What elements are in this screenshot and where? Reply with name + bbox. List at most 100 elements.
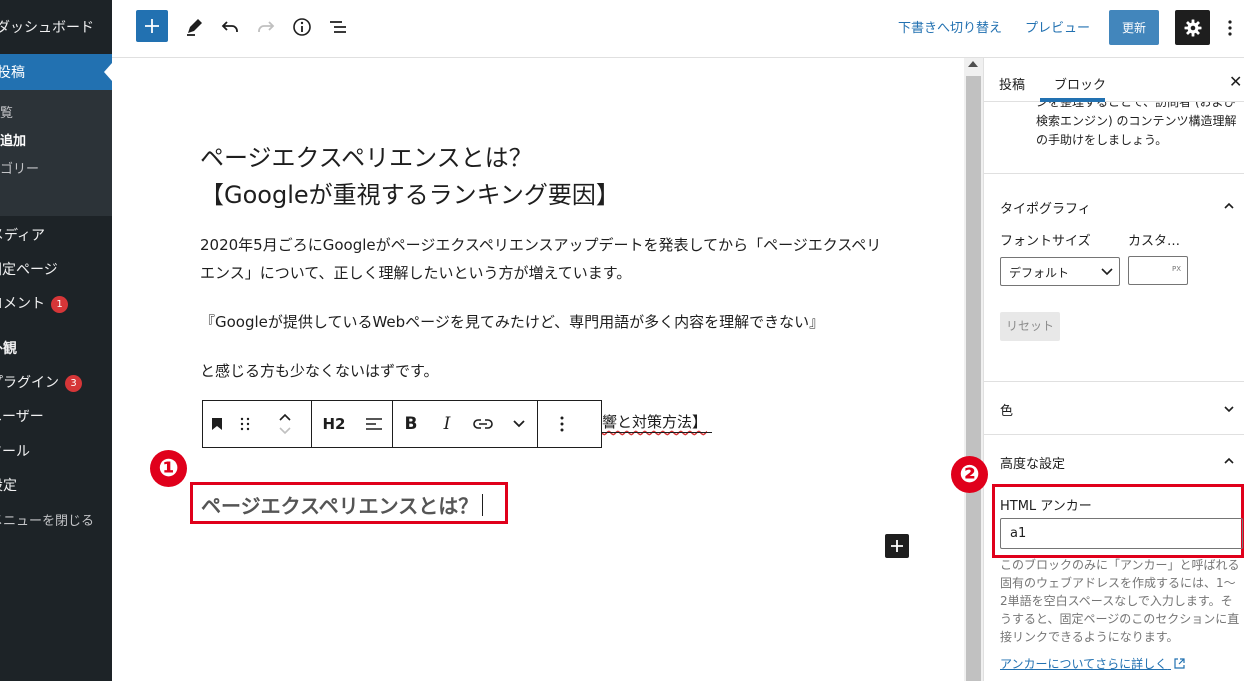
unit-label: PX: [1172, 265, 1182, 273]
custom-size-label: カスタ…: [1128, 234, 1181, 249]
plus-icon: [891, 540, 903, 552]
settings-button[interactable]: [1175, 10, 1210, 45]
menu-pages[interactable]: 固定ページ: [0, 259, 58, 279]
link-button[interactable]: [465, 401, 501, 447]
list-view-button[interactable]: [322, 11, 354, 43]
color-panel-title[interactable]: 色: [1000, 400, 1013, 419]
menu-settings[interactable]: 設定: [0, 475, 17, 495]
more-vertical-icon: [1228, 20, 1232, 36]
menu-plugins[interactable]: プラグイン 3: [0, 372, 82, 392]
sidebar-tabs: 投稿 ブロック ✕: [984, 58, 1244, 102]
menu-media[interactable]: メディア: [0, 225, 45, 245]
tab-block[interactable]: ブロック: [1054, 74, 1106, 93]
font-size-label: フォントサイズ: [1000, 234, 1091, 249]
chevron-up-icon[interactable]: [1224, 201, 1234, 211]
typography-panel-title[interactable]: タイポグラフィ: [1000, 198, 1091, 217]
chevron-down-icon[interactable]: [1224, 404, 1234, 414]
bookmark-icon: [212, 418, 222, 430]
more-vertical-icon: [560, 416, 564, 432]
text-cursor: [482, 494, 483, 516]
drag-handle[interactable]: [231, 401, 259, 447]
menu-tools[interactable]: ツール: [0, 441, 30, 461]
options-button[interactable]: [1220, 14, 1240, 42]
block-options-button[interactable]: [538, 401, 586, 447]
post-title[interactable]: ページエクスペリエンスとは？ 【Googleが重視するランキング要因】: [200, 140, 800, 214]
list-view-icon: [330, 21, 346, 33]
update-button[interactable]: 更新: [1109, 10, 1159, 45]
menu-users[interactable]: ユーザー: [0, 406, 44, 426]
block-inserter-button[interactable]: [136, 10, 168, 42]
scroll-up-arrow[interactable]: [968, 61, 978, 67]
heading-level-button[interactable]: H2: [312, 401, 356, 447]
pencil-icon: [187, 19, 202, 36]
submenu-add-new[interactable]: 新規追加: [0, 130, 26, 149]
details-button[interactable]: [286, 11, 318, 43]
comments-count-badge: 1: [51, 296, 68, 313]
preview-button[interactable]: プレビュー: [1025, 17, 1090, 36]
chevron-down-icon: [1101, 268, 1113, 276]
undo-button[interactable]: [214, 11, 246, 43]
plus-icon: [145, 19, 159, 33]
annotation-marker-2: ❷: [951, 456, 988, 493]
html-anchor-input[interactable]: a1: [1000, 518, 1243, 549]
advanced-panel-title[interactable]: 高度な設定: [1000, 453, 1065, 472]
anchor-learn-more-label: アンカーについてさらに詳しく: [1000, 657, 1168, 671]
annotation-marker-1: ❶: [150, 450, 187, 487]
paragraph-block-partial[interactable]: 響と対策方法】: [602, 411, 707, 432]
move-up-down-buttons[interactable]: [259, 401, 311, 447]
advanced-panel: 高度な設定: [984, 434, 1244, 486]
plugins-count-badge: 3: [65, 375, 82, 392]
chevron-up-icon: [279, 413, 291, 421]
bold-button[interactable]: B: [393, 401, 429, 447]
switch-to-draft-button[interactable]: 下書きへ切り替え: [898, 17, 1002, 36]
paragraph-block[interactable]: 『Googleが提供しているWebページを見てみたけど、専門用語が多く内容を理解…: [200, 308, 890, 336]
chevron-down-icon: [279, 427, 291, 435]
block-description: ンを整理することで、訪問者 (および検索エンジン) のコンテンツ構造理解の手助け…: [1036, 102, 1241, 158]
block-type-button[interactable]: [203, 401, 231, 447]
close-icon[interactable]: ✕: [1229, 72, 1242, 91]
redo-icon: [258, 21, 275, 32]
settings-sidebar: 投稿 ブロック ✕ ンを整理することで、訪問者 (および検索エンジン) のコンテ…: [951, 58, 1244, 681]
menu-plugins-label: プラグイン: [0, 375, 59, 391]
redo-button[interactable]: [250, 11, 282, 43]
chevron-up-icon[interactable]: [1224, 456, 1234, 466]
align-button[interactable]: [356, 401, 392, 447]
paragraph-block[interactable]: と感じる方も少なくないはずです。: [200, 357, 890, 385]
chevron-down-icon: [513, 420, 525, 428]
submenu-all-posts[interactable]: 一覧: [0, 102, 13, 121]
post-title-line1: ページエクスペリエンスとは？: [200, 144, 533, 172]
italic-button[interactable]: I: [429, 401, 465, 447]
tab-post[interactable]: 投稿: [999, 74, 1025, 93]
gear-icon: [1184, 19, 1201, 36]
admin-menu: ダッシュボード 投稿 一覧 新規追加 カテゴリー メディア 固定ページ コメント…: [0, 0, 112, 681]
info-icon: [293, 18, 311, 36]
align-left-icon: [366, 418, 382, 430]
paragraph-block[interactable]: 2020年5月ごろにGoogleがページエクスペリエンスアップデートを発表してか…: [200, 231, 890, 287]
block-toolbar: H2 B I: [202, 400, 602, 448]
more-format-button[interactable]: [501, 401, 537, 447]
menu-comments[interactable]: コメント 1: [0, 293, 68, 313]
block-toolbar-group-format: B I: [393, 401, 538, 447]
menu-posts[interactable]: 投稿: [0, 62, 25, 82]
post-title-line2: 【Googleが重視するランキング要因】: [200, 181, 620, 209]
anchor-help-text: このブロックのみに「アンカー」と呼ばれる固有のウェブアドレスを作成するには、1〜…: [1000, 558, 1240, 644]
anchor-learn-more-link[interactable]: アンカーについてさらに詳しく: [1000, 655, 1185, 672]
link-underline: [602, 432, 712, 433]
html-anchor-label: HTML アンカー: [1000, 499, 1092, 514]
color-panel: 色: [984, 381, 1244, 434]
inline-inserter-button[interactable]: [885, 534, 909, 558]
block-toolbar-group-mover: [203, 401, 312, 447]
menu-comments-label: コメント: [0, 296, 45, 312]
reset-button[interactable]: リセット: [1000, 312, 1060, 341]
menu-dashboard[interactable]: ダッシュボード: [0, 17, 94, 37]
canvas-scrollbar-thumb[interactable]: [966, 76, 981, 681]
undo-icon: [221, 21, 238, 32]
block-toolbar-group-options: [538, 401, 586, 447]
heading-block[interactable]: ページエクスペリエンスとは？: [201, 490, 478, 519]
tools-button[interactable]: [178, 11, 210, 43]
editor-topbar: 下書きへ切り替え プレビュー 更新: [112, 0, 1244, 58]
link-icon: [473, 419, 493, 429]
submenu-categories[interactable]: カテゴリー: [0, 158, 39, 177]
menu-collapse[interactable]: メニューを閉じる: [0, 510, 94, 529]
menu-appearance[interactable]: 外観: [0, 338, 17, 358]
